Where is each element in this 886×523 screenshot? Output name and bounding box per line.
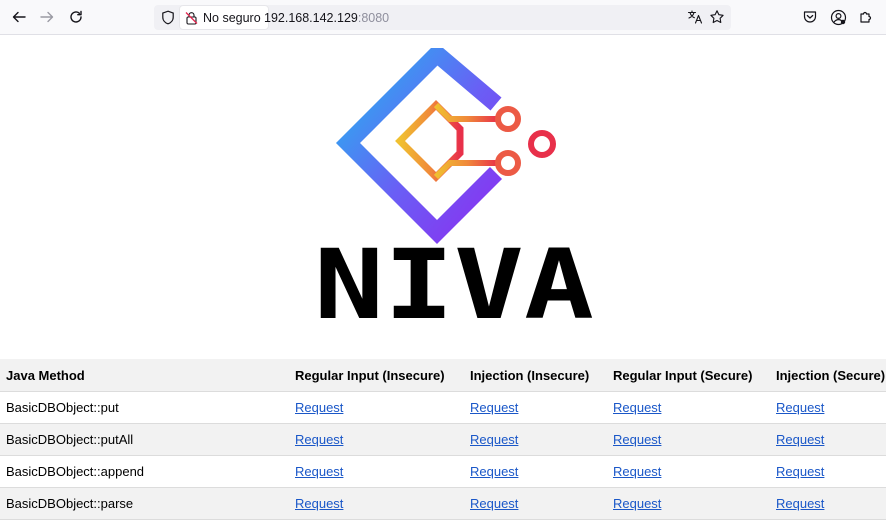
reload-icon: [70, 10, 82, 23]
security-label: No seguro: [203, 10, 261, 25]
pocket-icon: [803, 11, 817, 23]
account-icon: [830, 9, 846, 25]
request-link[interactable]: Request: [295, 400, 343, 415]
request-link[interactable]: Request: [470, 400, 518, 415]
table-header-row: Java Method Regular Input (Insecure) Inj…: [0, 359, 886, 392]
site-security-indicator[interactable]: No seguro: [179, 5, 269, 30]
arrow-left-icon: [12, 11, 26, 23]
method-name: BasicDBObject::putAll: [0, 423, 289, 456]
reload-button[interactable]: [64, 5, 88, 29]
star-icon: [710, 10, 724, 24]
url-port: :8080: [357, 10, 390, 25]
column-header: Injection (Insecure): [464, 359, 607, 392]
column-header: Injection (Secure): [770, 359, 886, 392]
brand-name-text: NIVA: [314, 246, 594, 328]
table-row: BasicDBObject::parse Request Request Req…: [0, 487, 886, 520]
address-bar[interactable]: No seguro 192.168.142.129:8080: [154, 5, 731, 30]
browser-toolbar: No seguro 192.168.142.129:8080: [0, 0, 886, 35]
request-link[interactable]: Request: [470, 496, 518, 511]
request-link[interactable]: Request: [613, 400, 661, 415]
url-host: 192.168.142.129: [264, 10, 358, 25]
shield-icon: [162, 10, 174, 24]
request-link[interactable]: Request: [776, 464, 824, 479]
request-link[interactable]: Request: [295, 432, 343, 447]
brand-name: NIVA: [314, 246, 594, 328]
column-header: Regular Input (Secure): [607, 359, 770, 392]
method-name: BasicDBObject::parse: [0, 487, 289, 520]
request-link[interactable]: Request: [470, 464, 518, 479]
method-name: BasicDBObject::append: [0, 455, 289, 488]
tracking-protection-button[interactable]: [158, 6, 178, 28]
table-row: BasicDBObject::append Request Request Re…: [0, 455, 886, 488]
request-link[interactable]: Request: [295, 496, 343, 511]
request-link[interactable]: Request: [776, 432, 824, 447]
back-button[interactable]: [7, 5, 31, 29]
translate-button[interactable]: [685, 7, 705, 27]
column-header: Regular Input (Insecure): [289, 359, 464, 392]
request-link[interactable]: Request: [613, 464, 661, 479]
bookmark-button[interactable]: [707, 7, 727, 27]
table-row: BasicDBObject::putAll Request Request Re…: [0, 423, 886, 456]
extensions-button[interactable]: [854, 5, 878, 29]
column-header: Java Method: [0, 359, 289, 392]
pocket-button[interactable]: [798, 5, 822, 29]
arrow-right-icon: [40, 11, 54, 23]
request-link[interactable]: Request: [470, 432, 518, 447]
forward-button[interactable]: [35, 5, 59, 29]
translate-icon: [687, 10, 703, 24]
methods-table: Java Method Regular Input (Insecure) Inj…: [0, 359, 886, 520]
puzzle-icon: [860, 11, 872, 23]
url-text[interactable]: 192.168.142.129:8080: [264, 5, 389, 30]
request-link[interactable]: Request: [295, 464, 343, 479]
insecure-lock-icon: [185, 11, 198, 25]
table-row: BasicDBObject::put Request Request Reque…: [0, 391, 886, 424]
request-link[interactable]: Request: [776, 496, 824, 511]
request-link[interactable]: Request: [776, 400, 824, 415]
request-link[interactable]: Request: [613, 432, 661, 447]
account-button[interactable]: [826, 5, 850, 29]
method-name: BasicDBObject::put: [0, 391, 289, 424]
request-link[interactable]: Request: [613, 496, 661, 511]
